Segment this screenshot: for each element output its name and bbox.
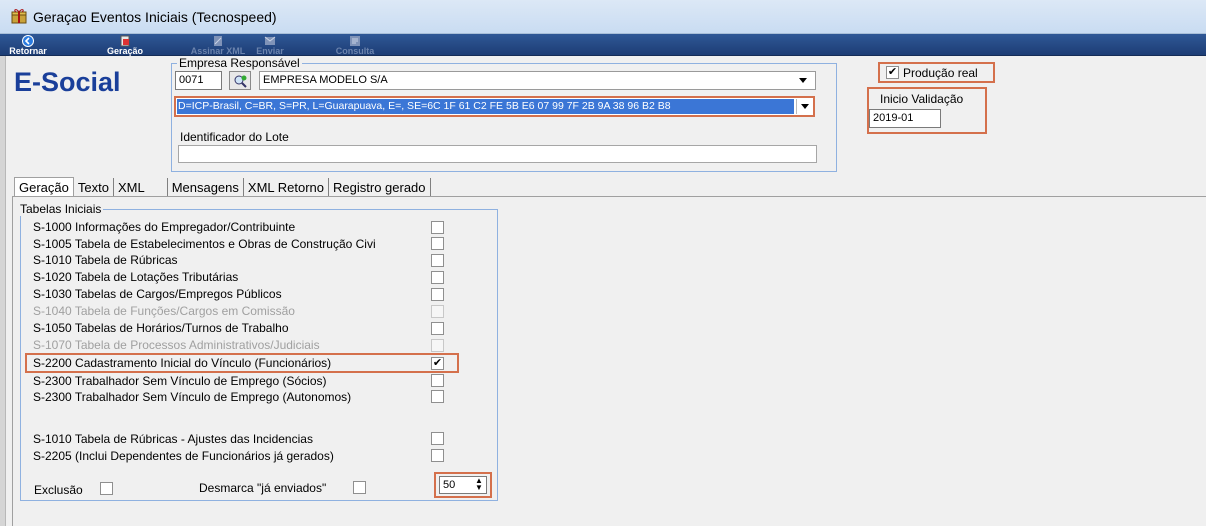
check-icon: ✔ — [887, 66, 898, 78]
tab-xml-retorno[interactable]: XML Retorno — [244, 178, 330, 197]
toolbar: Retornar Geração Assinar XML Enviar Cons… — [0, 34, 1206, 56]
item-s1070-label: S-1070 Tabela de Processos Administrativ… — [33, 338, 320, 352]
producao-real-checkbox[interactable]: ✔ — [886, 66, 899, 79]
empresa-legend: Empresa Responsável — [177, 56, 302, 70]
gift-icon — [11, 9, 27, 24]
retornar-button[interactable]: Retornar — [6, 34, 50, 56]
tabelas-iniciais-legend: Tabelas Iniciais — [18, 202, 104, 216]
tab-geracao[interactable]: Geração — [14, 177, 74, 197]
item-s2205-label: S-2205 (Inclui Dependentes de Funcionári… — [33, 449, 334, 463]
producao-real-label: Produção real — [903, 65, 978, 80]
tab-texto[interactable]: Texto — [74, 178, 114, 197]
check-icon: ✔ — [432, 357, 443, 369]
inicio-validacao-label: Inicio Validação — [880, 92, 964, 106]
empresa-name-value: EMPRESA MODELO S/A — [263, 74, 388, 86]
exclusao-checkbox[interactable] — [100, 482, 113, 495]
geracao-button[interactable]: Geração — [100, 34, 150, 56]
item-s2200-label: S-2200 Cadastramento Inicial do Vínculo … — [33, 356, 332, 370]
enviar-button[interactable]: Enviar — [250, 34, 290, 56]
item-s2300-autonomos-label: S-2300 Trabalhador Sem Vínculo de Empreg… — [33, 390, 352, 404]
item-s1050-checkbox[interactable] — [431, 322, 444, 335]
tab-registro-gerado[interactable]: Registro gerado — [329, 178, 431, 197]
item-s1005-label: S-1005 Tabela de Estabelecimentos e Obra… — [33, 237, 376, 251]
empresa-name-select[interactable]: EMPRESA MODELO S/A — [259, 71, 816, 90]
chevron-down-icon[interactable] — [795, 72, 811, 89]
search-icon — [234, 75, 247, 88]
certificate-value: D=ICP-Brasil, C=BR, S=PR, L=Guarapuava, … — [177, 99, 794, 114]
esocial-logo: E-Social — [14, 67, 121, 97]
item-s1010-checkbox[interactable] — [431, 254, 444, 267]
enviar-label: Enviar — [256, 46, 284, 56]
item-s1040-label: S-1040 Tabela de Funções/Cargos em Comis… — [33, 304, 295, 318]
tab-mensagens[interactable]: Mensagens — [168, 178, 244, 197]
retornar-label: Retornar — [9, 46, 47, 56]
item-s1010-ajustes-label: S-1010 Tabela de Rúbricas - Ajustes das … — [33, 432, 313, 446]
item-s2300-socios-checkbox[interactable] — [431, 374, 444, 387]
item-s1005-checkbox[interactable] — [431, 237, 444, 250]
item-s2200-checkbox[interactable]: ✔ — [431, 357, 444, 370]
item-s1000-checkbox[interactable] — [431, 221, 444, 234]
lote-label: Identificador do Lote — [180, 130, 289, 144]
assinar-xml-label: Assinar XML — [190, 46, 246, 56]
item-s1010-label: S-1010 Tabela de Rúbricas — [33, 253, 178, 267]
item-s1000-label: S-1000 Informações do Empregador/Contrib… — [33, 220, 296, 234]
item-s1020-checkbox[interactable] — [431, 271, 444, 284]
quantity-value: 50 — [443, 479, 456, 491]
item-s2300-socios-label: S-2300 Trabalhador Sem Vínculo de Empreg… — [33, 374, 327, 388]
item-s1030-label: S-1030 Tabelas de Cargos/Empregos Públic… — [33, 287, 282, 301]
left-border-strip — [0, 56, 6, 526]
consulta-button[interactable]: Consulta — [328, 34, 382, 56]
lote-input[interactable] — [178, 145, 817, 163]
certificate-select[interactable]: D=ICP-Brasil, C=BR, S=PR, L=Guarapuava, … — [174, 96, 815, 117]
item-s1040-checkbox[interactable] — [431, 305, 444, 318]
item-s1070-checkbox[interactable] — [431, 339, 444, 352]
item-s2300-autonomos-checkbox[interactable] — [431, 390, 444, 403]
geracao-label: Geração — [106, 46, 144, 56]
inicio-validacao-group: Inicio Validação 2019-01 — [867, 87, 987, 134]
inicio-validacao-input[interactable]: 2019-01 — [869, 109, 941, 128]
item-s1020-label: S-1020 Tabela de Lotações Tributárias — [33, 270, 239, 284]
tab-xml[interactable]: XML — [114, 178, 168, 197]
desmarca-checkbox[interactable] — [353, 481, 366, 494]
item-s1050-label: S-1050 Tabelas de Horários/Turnos de Tra… — [33, 321, 289, 335]
consulta-label: Consulta — [335, 46, 375, 56]
producao-real-checkbox-row[interactable]: ✔ Produção real — [878, 62, 995, 83]
exclusao-label: Exclusão — [34, 483, 83, 497]
window-title: Geraçao Eventos Iniciais (Tecnospeed) — [33, 9, 277, 25]
spinner-arrows-icon[interactable]: ▲ ▼ — [473, 477, 485, 493]
chevron-down-icon[interactable] — [796, 99, 812, 114]
search-company-button[interactable] — [229, 71, 251, 90]
assinar-xml-button[interactable]: Assinar XML — [190, 34, 246, 56]
item-s2205-checkbox[interactable] — [431, 449, 444, 462]
tab-strip: Geração Texto XML Mensagens XML Retorno Regis… — [14, 177, 431, 197]
empresa-code-input[interactable]: 0071 — [175, 71, 222, 90]
quantity-stepper[interactable]: 50 ▲ ▼ — [439, 476, 487, 494]
desmarca-label: Desmarca "já enviados" — [199, 481, 327, 495]
item-s1030-checkbox[interactable] — [431, 288, 444, 301]
item-s1010-ajustes-checkbox[interactable] — [431, 432, 444, 445]
